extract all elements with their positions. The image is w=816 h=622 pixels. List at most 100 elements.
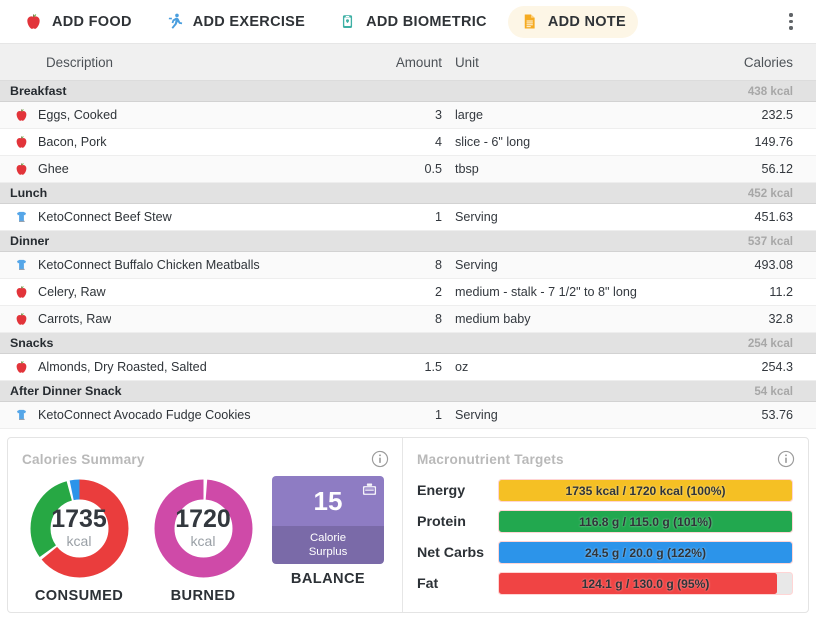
food-unit: medium baby — [455, 312, 713, 326]
food-calories: 149.76 — [713, 135, 816, 149]
food-amount: 4 — [379, 135, 455, 149]
macro-progress-track[interactable]: 124.1 g / 130.0 g (95%) — [499, 573, 792, 594]
toolbar-button-add-biometric[interactable]: ADD BIOMETRIC — [326, 6, 499, 38]
macro-row-protein: Protein116.8 g / 115.0 g (101%) — [417, 506, 792, 537]
macro-progress-track[interactable]: 1735 kcal / 1720 kcal (100%) — [499, 480, 792, 501]
recipe-icon — [14, 407, 29, 423]
food-description-cell: Celery, Raw — [0, 284, 379, 300]
column-header-calories: Calories — [713, 55, 816, 70]
food-name: Bacon, Pork — [38, 135, 107, 149]
macro-label: Protein — [417, 514, 499, 530]
macro-row-net-carbs: Net Carbs24.5 g / 20.0 g (122%) — [417, 537, 792, 568]
food-unit: oz — [455, 360, 713, 374]
macro-value-text: 24.5 g / 20.0 g (122%) — [499, 542, 792, 563]
table-row[interactable]: KetoConnect Buffalo Chicken Meatballs 8Se… — [0, 252, 816, 279]
macro-label: Fat — [417, 576, 499, 592]
apple-icon — [24, 12, 43, 31]
food-description-cell: KetoConnect Avocado Fudge Cookies — [0, 407, 379, 423]
food-name: Celery, Raw — [38, 285, 106, 299]
column-header-unit: Unit — [455, 55, 713, 70]
meal-section-header[interactable]: Snacks254 kcal — [0, 333, 816, 354]
food-name: Almonds, Dry Roasted, Salted — [38, 360, 207, 374]
macro-progress-track[interactable]: 24.5 g / 20.0 g (122%) — [499, 542, 792, 563]
food-amount: 0.5 — [379, 162, 455, 176]
table-body: Breakfast438 kcalEggs, Cooked3large232.5… — [0, 81, 816, 429]
macro-row-energy: Energy1735 kcal / 1720 kcal (100%) — [417, 475, 792, 506]
macro-label: Net Carbs — [417, 545, 499, 561]
meal-section-name: Lunch — [0, 186, 713, 200]
food-description-cell: KetoConnect Buffalo Chicken Meatballs — [0, 257, 379, 273]
food-calories: 232.5 — [713, 108, 816, 122]
apple-icon — [14, 107, 29, 123]
meal-section-calories: 438 kcal — [713, 85, 816, 98]
consumed-donut-svg — [27, 476, 132, 581]
balance-card-caption: Calorie Surplus — [272, 526, 384, 564]
food-unit: Serving — [455, 258, 713, 272]
table-row[interactable]: Carrots, Raw8medium baby32.8 — [0, 306, 816, 333]
food-unit: Serving — [455, 408, 713, 422]
apple-icon — [14, 359, 29, 375]
balance-value: 15 — [314, 488, 343, 514]
consumed-donut[interactable]: 1735 kcal — [27, 476, 132, 581]
food-amount: 3 — [379, 108, 455, 122]
macro-value-text: 116.8 g / 115.0 g (101%) — [499, 511, 792, 532]
table-row[interactable]: KetoConnect Beef Stew1Serving451.63 — [0, 204, 816, 231]
meal-section-calories: 254 kcal — [713, 337, 816, 350]
food-description-cell: Carrots, Raw — [0, 311, 379, 327]
macro-row-fat: Fat124.1 g / 130.0 g (95%) — [417, 568, 792, 599]
food-amount: 8 — [379, 258, 455, 272]
food-name: KetoConnect Buffalo Chicken Meatballs — [38, 258, 260, 272]
toolbar-button-add-food[interactable]: ADD FOOD — [12, 6, 144, 38]
food-calories: 254.3 — [713, 360, 816, 374]
food-calories: 451.63 — [713, 210, 816, 224]
balance-card[interactable]: 15 Calorie Surplus — [272, 476, 384, 564]
food-amount: 8 — [379, 312, 455, 326]
table-row[interactable]: Eggs, Cooked3large232.5 — [0, 102, 816, 129]
food-amount: 1 — [379, 210, 455, 224]
food-amount: 1.5 — [379, 360, 455, 374]
meal-section-name: After Dinner Snack — [0, 384, 713, 398]
burned-donut[interactable]: 1720 kcal — [151, 476, 256, 581]
burned-label: BURNED — [171, 588, 236, 604]
note-icon — [520, 12, 539, 31]
meal-section-header[interactable]: Dinner537 kcal — [0, 231, 816, 252]
kebab-dot — [789, 20, 792, 23]
column-header-description: Description — [0, 55, 379, 70]
meal-section-header[interactable]: After Dinner Snack54 kcal — [0, 381, 816, 402]
food-amount: 2 — [379, 285, 455, 299]
food-description-cell: Bacon, Pork — [0, 134, 379, 150]
table-row[interactable]: Almonds, Dry Roasted, Salted 1.5oz254.3 — [0, 354, 816, 381]
meal-section-header[interactable]: Lunch452 kcal — [0, 183, 816, 204]
kebab-dot — [789, 13, 792, 16]
food-description-cell: Almonds, Dry Roasted, Salted — [0, 359, 379, 375]
table-row[interactable]: Bacon, Pork 4slice - 6" long149.76 — [0, 129, 816, 156]
meal-section-header[interactable]: Breakfast438 kcal — [0, 81, 816, 102]
table-row[interactable]: Celery, Raw2medium - stalk - 7 1/2" to 8… — [0, 279, 816, 306]
kebab-menu-icon[interactable] — [780, 11, 802, 33]
food-amount: 1 — [379, 408, 455, 422]
info-icon[interactable] — [371, 450, 389, 468]
consumed-label: CONSUMED — [35, 588, 123, 604]
balance-caption-line1: Calorie — [310, 531, 346, 545]
recipe-icon — [14, 257, 29, 273]
burned-donut-group: 1720 kcal BURNED — [148, 476, 258, 604]
food-description-cell: KetoConnect Beef Stew — [0, 209, 379, 225]
info-icon[interactable] — [777, 450, 795, 468]
runner-icon — [165, 12, 184, 31]
toolbar-button-label: ADD NOTE — [548, 14, 626, 30]
food-log-table: Description Amount Unit Calories Breakfa… — [0, 44, 816, 429]
food-name: Eggs, Cooked — [38, 108, 117, 122]
food-unit: slice - 6" long — [455, 135, 713, 149]
toolbar-button-group: ADD FOOD ADD EXERCISE ADD BIOMETRIC ADD NOT… — [12, 6, 638, 38]
macro-progress-track[interactable]: 116.8 g / 115.0 g (101%) — [499, 511, 792, 532]
food-name: KetoConnect Beef Stew — [38, 210, 172, 224]
meal-section-calories: 452 kcal — [713, 187, 816, 200]
macro-value-text: 124.1 g / 130.0 g (95%) — [499, 573, 792, 594]
table-row[interactable]: KetoConnect Avocado Fudge Cookies1Servin… — [0, 402, 816, 429]
macronutrient-targets-title: Macronutrient Targets — [403, 438, 808, 467]
table-row[interactable]: Ghee0.5tbsp56.12 — [0, 156, 816, 183]
food-calories: 53.76 — [713, 408, 816, 422]
toolbar-button-add-exercise[interactable]: ADD EXERCISE — [153, 6, 317, 38]
toolbar-button-add-note[interactable]: ADD NOTE — [508, 6, 638, 38]
food-description-cell: Eggs, Cooked — [0, 107, 379, 123]
